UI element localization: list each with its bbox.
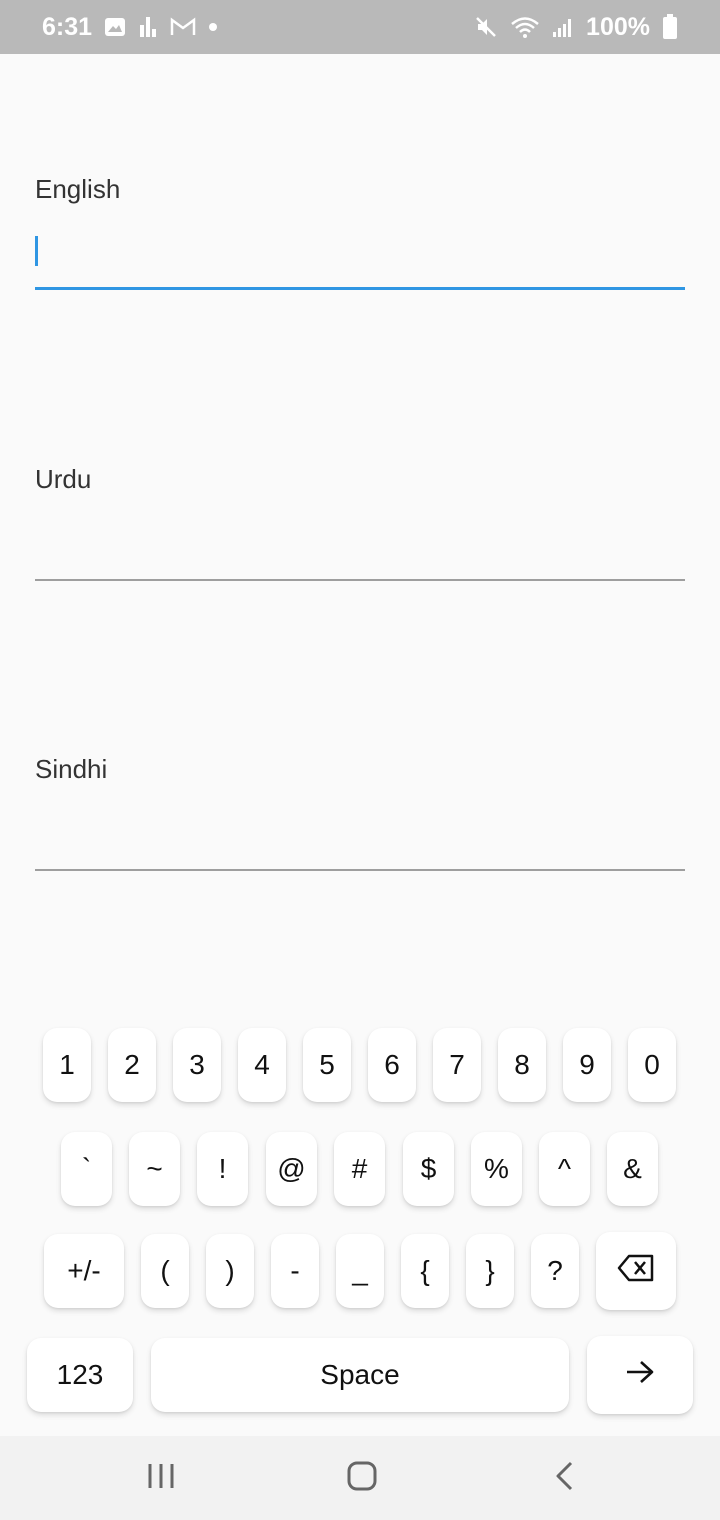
space-key[interactable]: Space <box>151 1338 569 1412</box>
english-field-group: English <box>35 174 685 290</box>
home-button[interactable] <box>332 1458 392 1498</box>
wifi-icon <box>510 15 540 39</box>
home-icon <box>346 1460 378 1497</box>
status-left: 6:31 <box>42 13 218 42</box>
key-4[interactable]: 4 <box>238 1028 286 1102</box>
cell-signal-icon <box>552 15 574 39</box>
key-caret[interactable]: ^ <box>539 1132 590 1206</box>
key-1[interactable]: 1 <box>43 1028 91 1102</box>
urdu-label: Urdu <box>35 464 92 494</box>
key-8[interactable]: 8 <box>498 1028 546 1102</box>
mode-123-key[interactable]: 123 <box>27 1338 133 1412</box>
key-backtick[interactable]: ` <box>61 1132 112 1206</box>
english-label: English <box>35 174 121 204</box>
sindhi-input[interactable] <box>35 811 685 871</box>
gmail-icon <box>170 16 196 38</box>
key-plus-minus[interactable]: +/- <box>44 1234 124 1308</box>
back-button[interactable] <box>534 1458 594 1498</box>
text-caret <box>35 236 38 266</box>
dot-icon <box>208 22 218 32</box>
back-icon <box>553 1460 575 1497</box>
form-area: English Urdu Sindhi <box>0 54 720 1006</box>
status-right: 100% <box>474 13 678 42</box>
mute-icon <box>474 15 498 39</box>
key-ampersand[interactable]: & <box>607 1132 658 1206</box>
status-time: 6:31 <box>42 12 93 41</box>
key-open-paren[interactable]: ( <box>141 1234 189 1308</box>
image-icon <box>104 16 126 38</box>
nav-bar <box>0 1436 720 1520</box>
backspace-icon <box>617 1254 655 1289</box>
urdu-input[interactable] <box>35 521 685 581</box>
keyboard: 1 2 3 4 5 6 7 8 9 0 ` ~ ! @ # $ % ^ & +/… <box>0 1006 720 1436</box>
key-hash[interactable]: # <box>334 1132 385 1206</box>
key-close-paren[interactable]: ) <box>206 1234 254 1308</box>
sindhi-field-group: Sindhi <box>35 754 685 871</box>
sindhi-label: Sindhi <box>35 754 108 784</box>
key-at[interactable]: @ <box>266 1132 317 1206</box>
key-underscore[interactable]: _ <box>336 1234 384 1308</box>
key-9[interactable]: 9 <box>563 1028 611 1102</box>
key-0[interactable]: 0 <box>628 1028 676 1102</box>
status-bar: 6:31 100% <box>0 0 720 54</box>
key-open-brace[interactable]: { <box>401 1234 449 1308</box>
key-tilde[interactable]: ~ <box>129 1132 180 1206</box>
key-hyphen[interactable]: - <box>271 1234 319 1308</box>
english-input[interactable] <box>35 230 685 290</box>
key-percent[interactable]: % <box>471 1132 522 1206</box>
key-6[interactable]: 6 <box>368 1028 416 1102</box>
key-2[interactable]: 2 <box>108 1028 156 1102</box>
key-close-brace[interactable]: } <box>466 1234 514 1308</box>
key-5[interactable]: 5 <box>303 1028 351 1102</box>
urdu-field-group: Urdu <box>35 464 685 581</box>
enter-key[interactable] <box>587 1336 693 1414</box>
key-dollar[interactable]: $ <box>403 1132 454 1206</box>
backspace-key[interactable] <box>596 1232 676 1310</box>
key-7[interactable]: 7 <box>433 1028 481 1102</box>
key-question[interactable]: ? <box>531 1234 579 1308</box>
battery-icon <box>662 14 678 40</box>
key-3[interactable]: 3 <box>173 1028 221 1102</box>
signal-bars-icon <box>138 15 158 39</box>
recents-button[interactable] <box>131 1458 191 1498</box>
key-exclamation[interactable]: ! <box>197 1132 248 1206</box>
battery-percent: 100% <box>586 12 650 41</box>
recents-icon <box>146 1462 176 1495</box>
arrow-right-icon <box>625 1359 655 1392</box>
